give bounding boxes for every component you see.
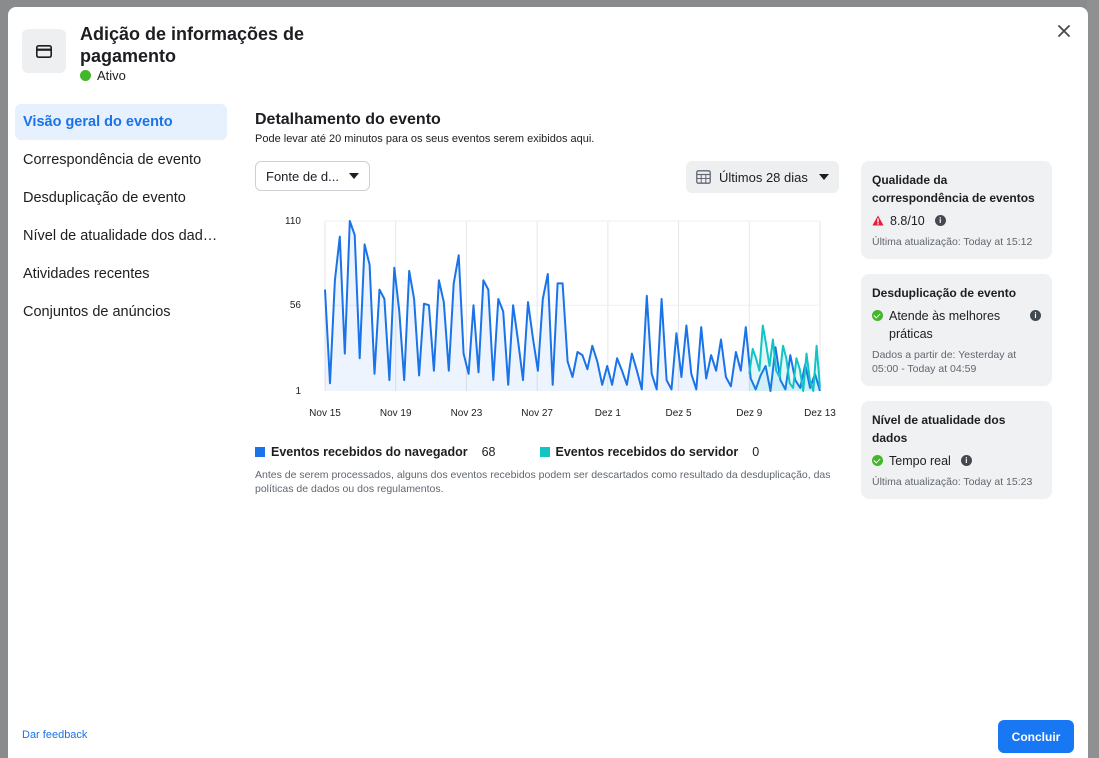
card-title: Nível de atualidade dos dados — [872, 413, 1006, 445]
sidebar-item-event-overview[interactable]: Visão geral do evento — [15, 104, 227, 140]
sidebar-item-event-matching[interactable]: Correspondência de evento — [15, 142, 227, 178]
x-tick-label: Nov 27 — [521, 408, 553, 419]
page-title: Adição de informações de pagamento — [80, 24, 305, 66]
x-tick-label: Dez 13 — [804, 408, 836, 419]
background-scroll-edge — [1087, 0, 1099, 758]
legend-value-server: 0 — [752, 445, 760, 459]
x-tick-label: Nov 15 — [309, 408, 341, 419]
sidebar-item-ad-sets[interactable]: Conjuntos de anúncios — [15, 294, 227, 330]
legend-value-browser: 68 — [481, 445, 496, 459]
chart-legend: Eventos recebidos do navegador 68 Evento… — [255, 445, 759, 459]
freshness-status: Tempo real — [889, 454, 951, 468]
processing-note: Antes de serem processados, alguns dos e… — [255, 469, 831, 495]
deduplication-status: Atende às melhores práticas — [889, 309, 1001, 341]
x-tick-label: Nov 19 — [380, 408, 412, 419]
close-button[interactable] — [1052, 19, 1076, 43]
credit-card-icon — [22, 29, 66, 73]
card-data-range: Dados a partir de: Yesterday at 05:00 - … — [872, 349, 1017, 375]
x-tick-label: Nov 23 — [451, 408, 483, 419]
legend-label-server: Eventos recebidos do servidor — [555, 445, 739, 459]
section-subtitle: Pode levar até 20 minutos para os seus e… — [255, 133, 595, 145]
x-tick-label: Dez 5 — [666, 408, 693, 419]
done-button[interactable]: Concluir — [998, 720, 1074, 753]
event-details-modal: Adição de informações de pagamento Ativo… — [8, 7, 1088, 758]
feedback-link[interactable]: Dar feedback — [22, 729, 87, 741]
card-value-row: Tempo real i — [872, 452, 1041, 470]
card-data-freshness: Nível de atualidade dos dados Tempo real… — [861, 401, 1052, 499]
summary-cards: Qualidade da correspondência de eventos … — [861, 161, 1052, 514]
card-value-row: 8.8/10 i — [872, 212, 1041, 230]
legend-item-browser: Eventos recebidos do navegador 68 — [255, 445, 496, 459]
main-panel: Detalhamento do evento Pode levar até 20… — [255, 111, 839, 495]
card-title: Qualidade da correspondência de eventos — [872, 173, 1035, 205]
card-last-updated: Última atualização: Today at 15:23 — [872, 476, 1033, 488]
modal-header: Adição de informações de pagamento Ativo — [22, 23, 422, 93]
y-tick-label: 56 — [290, 300, 302, 311]
card-match-quality: Qualidade da correspondência de eventos … — [861, 161, 1052, 259]
status-text: Ativo — [97, 68, 126, 83]
card-last-updated: Última atualização: Today at 15:12 — [872, 236, 1033, 248]
status-badge: Ativo — [80, 68, 126, 83]
info-icon[interactable]: i — [960, 455, 972, 466]
legend-swatch-browser — [255, 447, 265, 457]
check-circle-icon — [872, 310, 883, 321]
card-value-row: Atende às melhores práticas i — [872, 307, 1041, 343]
x-tick-label: Dez 1 — [595, 408, 622, 419]
sidebar-nav: Visão geral do evento Correspondência de… — [15, 104, 227, 332]
legend-label-browser: Eventos recebidos do navegador — [271, 445, 468, 459]
card-deduplication: Desduplicação de evento Atende às melhor… — [861, 274, 1052, 386]
sidebar-item-data-freshness[interactable]: Nível de atualidade dos dad… — [15, 218, 227, 254]
date-range-dropdown[interactable]: Últimos 28 dias — [686, 161, 839, 193]
caret-down-icon — [349, 173, 359, 179]
x-tick-label: Dez 9 — [736, 408, 763, 419]
card-title: Desduplicação de evento — [872, 286, 1017, 300]
y-tick-label: 110 — [285, 216, 301, 227]
match-quality-score: 8.8/10 — [890, 214, 925, 228]
sidebar-item-event-deduplication[interactable]: Desduplicação de evento — [15, 180, 227, 216]
status-dot-icon — [80, 70, 91, 81]
info-icon[interactable]: i — [934, 215, 946, 226]
section-title: Detalhamento do evento — [255, 111, 441, 128]
source-dropdown-label: Fonte de d... — [266, 168, 339, 184]
legend-swatch-server — [539, 447, 550, 457]
events-line-chart: Nov 15 Nov 19 Nov 23 Nov 27 Dez 1 Dez 5 Dez 9 D… — [285, 216, 836, 419]
y-tick-label: 1 — [295, 386, 301, 397]
info-icon[interactable]: i — [1030, 310, 1041, 321]
close-icon — [1058, 25, 1070, 37]
sidebar-item-recent-activity[interactable]: Atividades recentes — [15, 256, 227, 292]
check-circle-icon — [872, 455, 883, 466]
source-dropdown[interactable]: Fonte de d... — [255, 161, 370, 191]
legend-item-server: Eventos recebidos do servidor 0 — [539, 445, 760, 459]
caret-down-icon — [819, 174, 829, 180]
date-range-label: Últimos 28 dias — [719, 169, 808, 185]
warning-icon — [872, 215, 884, 226]
calendar-icon — [696, 170, 711, 184]
